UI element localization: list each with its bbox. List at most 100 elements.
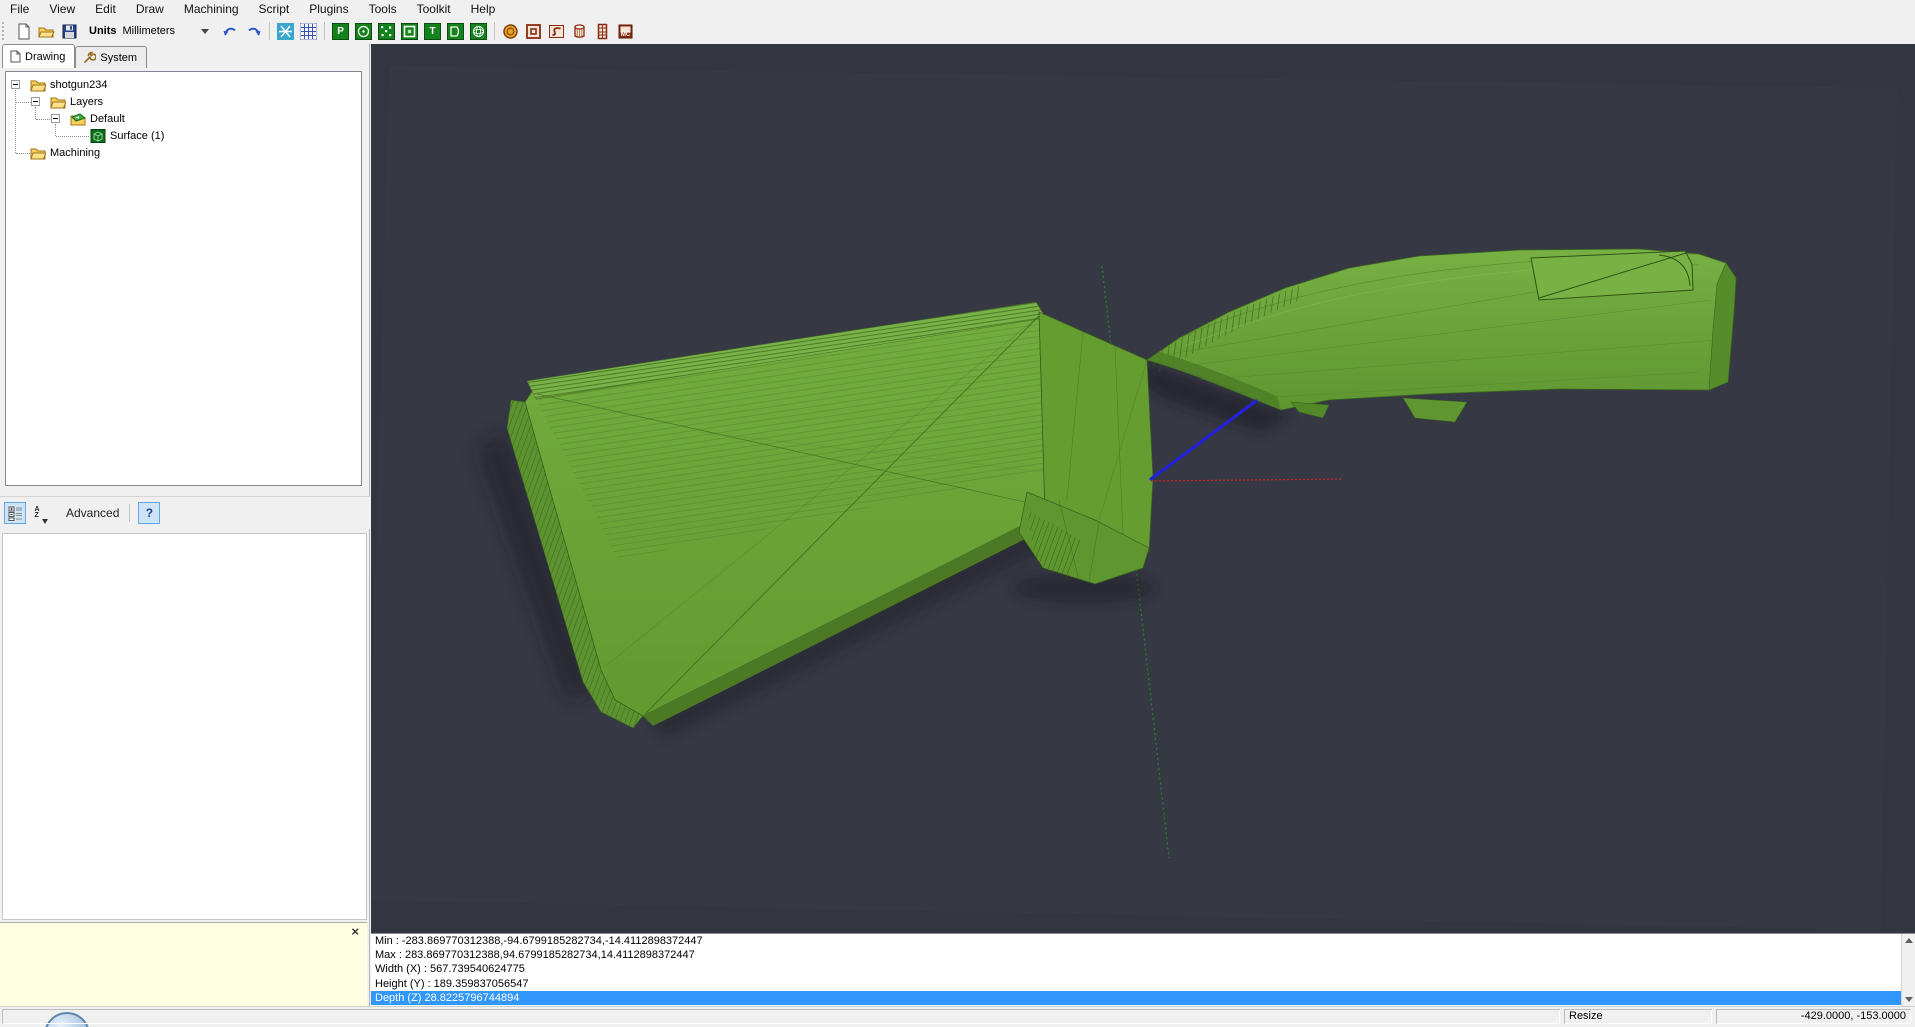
surface-cube-icon [90,129,106,143]
open-file-button[interactable] [36,21,57,42]
advanced-label: Advanced [66,506,119,520]
tree-connector [56,136,89,137]
resize-label: Resize [1569,1010,1603,1022]
folder-icon [30,146,46,160]
project-explorer-panel: Drawing System shotgun234 [0,44,370,1006]
close-help-panel-button[interactable]: × [351,925,359,938]
menu-view[interactable]: View [39,1,85,17]
cursor-coordinates: -429.0000, -153.0000 [1801,1010,1906,1022]
toolbar-separator [494,22,495,40]
draw-rectangle-button[interactable] [399,21,420,42]
polyline-letter: P [337,26,344,37]
machining-profile-tool-button[interactable] [546,21,567,42]
redo-icon [245,23,262,40]
circle-icon [355,23,372,40]
properties-toolbar: AZ Advanced ? [0,496,370,529]
cylinder-icon [571,23,588,40]
menu-tools[interactable]: Tools [359,1,407,17]
machining-drill-tool-button[interactable] [569,21,590,42]
menu-help[interactable]: Help [461,1,506,17]
categorized-view-button[interactable] [4,502,26,524]
region-icon [447,23,464,40]
az-sort-icon: AZ [34,507,39,519]
toolbar-separator [269,22,270,40]
mc-label: MC [621,32,630,38]
units-dropdown-value[interactable]: Millimeters [123,25,176,37]
scroll-down-icon[interactable] [1905,997,1913,1002]
list-item-min[interactable]: Min : -283.869770312388,-94.679918528273… [371,934,1915,948]
menu-script[interactable]: Script [249,1,300,17]
dimensions-info-list: Min : -283.869770312388,-94.679918528273… [371,933,1915,1006]
info-list-scrollbar[interactable] [1901,934,1915,1006]
units-dropdown-arrow-icon[interactable] [201,29,209,34]
s-curve-icon [548,23,565,40]
tree-connector [55,124,56,136]
tree-item-machining[interactable]: Machining [30,145,100,161]
square-in-square-icon [525,23,542,40]
tree-item-surface[interactable]: Surface (1) [90,128,164,144]
list-item-depth[interactable]: Depth (Z) 28.8225796744894 [371,991,1915,1005]
status-coordinates-segment: -429.0000, -153.0000 [1716,1009,1911,1024]
draw-points-button[interactable] [376,21,397,42]
list-item-width[interactable]: Width (X) : 567.739540624775 [371,962,1915,976]
status-resize-segment: Resize [1564,1009,1712,1024]
points-icon [378,23,395,40]
draw-surface-button[interactable] [468,21,489,42]
machining-pocket-tool-button[interactable] [523,21,544,42]
layer-icon [70,112,86,126]
alphabetical-sort-button[interactable]: AZ [30,502,52,524]
draw-region-button[interactable] [445,21,466,42]
menu-draw[interactable]: Draw [126,1,174,17]
snap-toggle-button[interactable] [275,21,296,42]
tree-connector [35,107,36,119]
rectangle-icon [401,23,418,40]
wrench-icon [83,51,96,64]
main-toolbar: Units Millimeters P T [0,18,1915,45]
draw-polyline-button[interactable]: P [330,21,351,42]
list-item-height[interactable]: Height (Y) : 189.359837056547 [371,977,1915,991]
redo-button[interactable] [243,21,264,42]
draw-text-button[interactable]: T [422,21,443,42]
undo-icon [222,23,239,40]
units-label: Units [89,25,117,37]
status-bar: Resize -429.0000, -153.0000 [0,1006,1915,1027]
undo-button[interactable] [220,21,241,42]
property-grid-area [2,533,367,920]
help-button[interactable]: ? [138,502,160,524]
expander-layers[interactable] [31,97,40,106]
menu-file[interactable]: File [0,1,39,17]
tree-item-default-layer[interactable]: Default [70,111,125,127]
tree-item-machining-label: Machining [50,147,100,159]
toolbar-gripper[interactable] [2,22,9,40]
new-file-button[interactable] [13,21,34,42]
expander-root[interactable] [11,80,20,89]
scroll-up-icon[interactable] [1905,938,1913,943]
coin-icon [502,23,519,40]
new-file-icon [15,23,32,40]
list-item-max[interactable]: Max : 283.869770312388,94.6799185282734,… [371,948,1915,962]
machining-mc-tool-button[interactable]: MC [615,21,636,42]
folder-icon [50,95,66,109]
tree-item-root[interactable]: shotgun234 [30,77,108,93]
menu-toolkit[interactable]: Toolkit [407,1,461,17]
tab-drawing-label: Drawing [25,51,65,63]
machining-coin-tool-button[interactable] [500,21,521,42]
tree-connector [16,153,30,154]
tree-connector [16,102,31,103]
menu-machining[interactable]: Machining [174,1,249,17]
menu-plugins[interactable]: Plugins [299,1,358,17]
viewport-3d[interactable] [371,44,1915,933]
drawing-page-icon [10,50,21,63]
grid-toggle-button[interactable] [298,21,319,42]
expander-default-layer[interactable] [51,114,60,123]
mc-icon: MC [617,23,634,40]
tree-item-layers-label: Layers [70,96,103,108]
tab-system[interactable]: System [75,46,147,68]
draw-circle-button[interactable] [353,21,374,42]
save-button[interactable] [59,21,80,42]
tab-drawing[interactable]: Drawing [2,44,75,68]
tree-item-default-layer-label: Default [90,113,125,125]
menu-edit[interactable]: Edit [85,1,126,17]
machining-stock-tool-button[interactable] [592,21,613,42]
tree-item-layers[interactable]: Layers [50,94,103,110]
